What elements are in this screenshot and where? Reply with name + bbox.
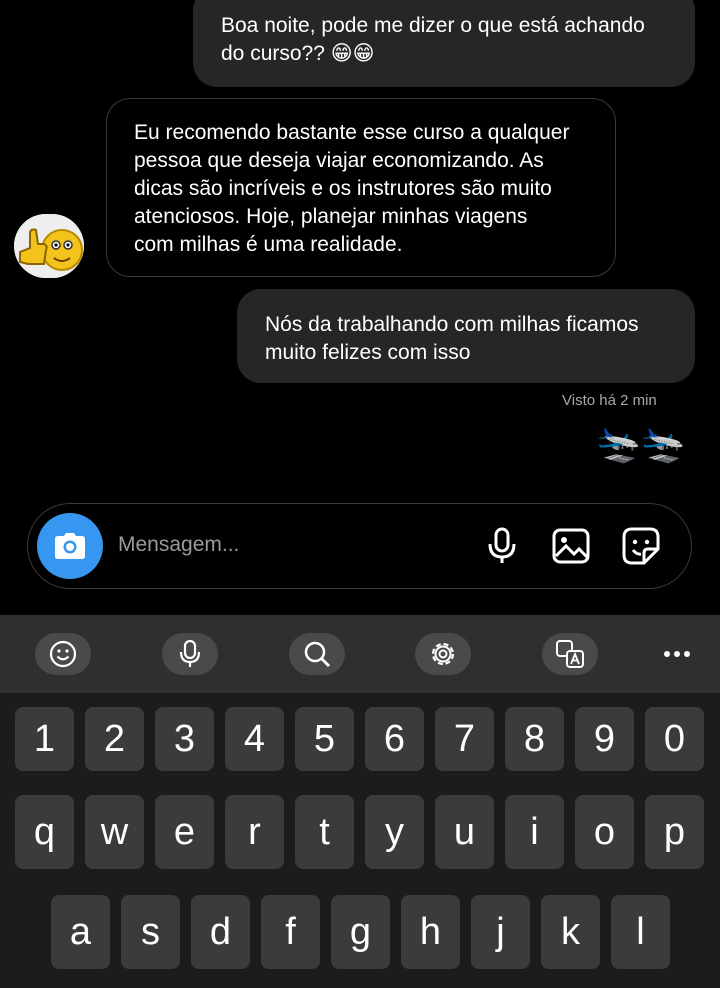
seen-status: Visto há 2 min: [562, 392, 657, 409]
more-button[interactable]: [660, 641, 694, 667]
sent-message-bubble[interactable]: Boa noite, pode me dizer o que está acha…: [193, 0, 695, 87]
key-8[interactable]: 8: [505, 707, 564, 771]
emoji-icon: [49, 640, 77, 668]
microphone-icon: [488, 527, 516, 563]
key-0[interactable]: 0: [645, 707, 704, 771]
search-button[interactable]: [289, 633, 345, 675]
sent-message-bubble[interactable]: Nós da trabalhando com milhas ficamos mu…: [237, 289, 695, 383]
voice-input-button[interactable]: [162, 633, 218, 675]
search-icon: [304, 641, 330, 667]
key-k[interactable]: k: [541, 895, 600, 969]
key-e[interactable]: e: [155, 795, 214, 869]
key-p[interactable]: p: [645, 795, 704, 869]
key-s[interactable]: s: [121, 895, 180, 969]
gallery-button[interactable]: [549, 524, 593, 568]
key-w[interactable]: w: [85, 795, 144, 869]
voice-input-icon: [179, 640, 201, 667]
key-6[interactable]: 6: [365, 707, 424, 771]
key-7[interactable]: 7: [435, 707, 494, 771]
key-y[interactable]: y: [365, 795, 424, 869]
key-j[interactable]: j: [471, 895, 530, 969]
key-3[interactable]: 3: [155, 707, 214, 771]
key-l[interactable]: l: [611, 895, 670, 969]
camera-button[interactable]: [37, 513, 103, 579]
key-2[interactable]: 2: [85, 707, 144, 771]
key-i[interactable]: i: [505, 795, 564, 869]
message-input[interactable]: Mensagem...: [118, 533, 239, 557]
emoji-button[interactable]: [35, 633, 91, 675]
sticker-button[interactable]: [619, 524, 663, 568]
key-d[interactable]: d: [191, 895, 250, 969]
key-a[interactable]: a: [51, 895, 110, 969]
translate-button[interactable]: [542, 633, 598, 675]
more-icon: [664, 651, 690, 657]
key-u[interactable]: u: [435, 795, 494, 869]
thumbs-up-avatar-image: [14, 214, 84, 278]
key-f[interactable]: f: [261, 895, 320, 969]
key-h[interactable]: h: [401, 895, 460, 969]
message-composer: Mensagem...: [27, 503, 692, 589]
gallery-icon: [552, 528, 590, 564]
settings-button[interactable]: [415, 633, 471, 675]
key-t[interactable]: t: [295, 795, 354, 869]
key-4[interactable]: 4: [225, 707, 284, 771]
camera-icon: [55, 533, 85, 559]
keyboard: 1 2 3 4 5 6 7 8 9 0 q w e r t y u i o p …: [0, 693, 720, 988]
microphone-button[interactable]: [480, 524, 524, 568]
key-5[interactable]: 5: [295, 707, 354, 771]
key-9[interactable]: 9: [575, 707, 634, 771]
key-1[interactable]: 1: [15, 707, 74, 771]
sticker-icon: [622, 527, 660, 565]
key-g[interactable]: g: [331, 895, 390, 969]
received-message-bubble[interactable]: Eu recomendo bastante esse curso a qualq…: [106, 98, 616, 277]
key-r[interactable]: r: [225, 795, 284, 869]
key-o[interactable]: o: [575, 795, 634, 869]
airplane-reaction[interactable]: 🛬🛬: [596, 424, 686, 464]
settings-icon: [431, 642, 455, 666]
contact-avatar[interactable]: [14, 214, 84, 278]
translate-icon: [556, 640, 584, 668]
key-q[interactable]: q: [15, 795, 74, 869]
keyboard-toolbar: [0, 615, 720, 693]
